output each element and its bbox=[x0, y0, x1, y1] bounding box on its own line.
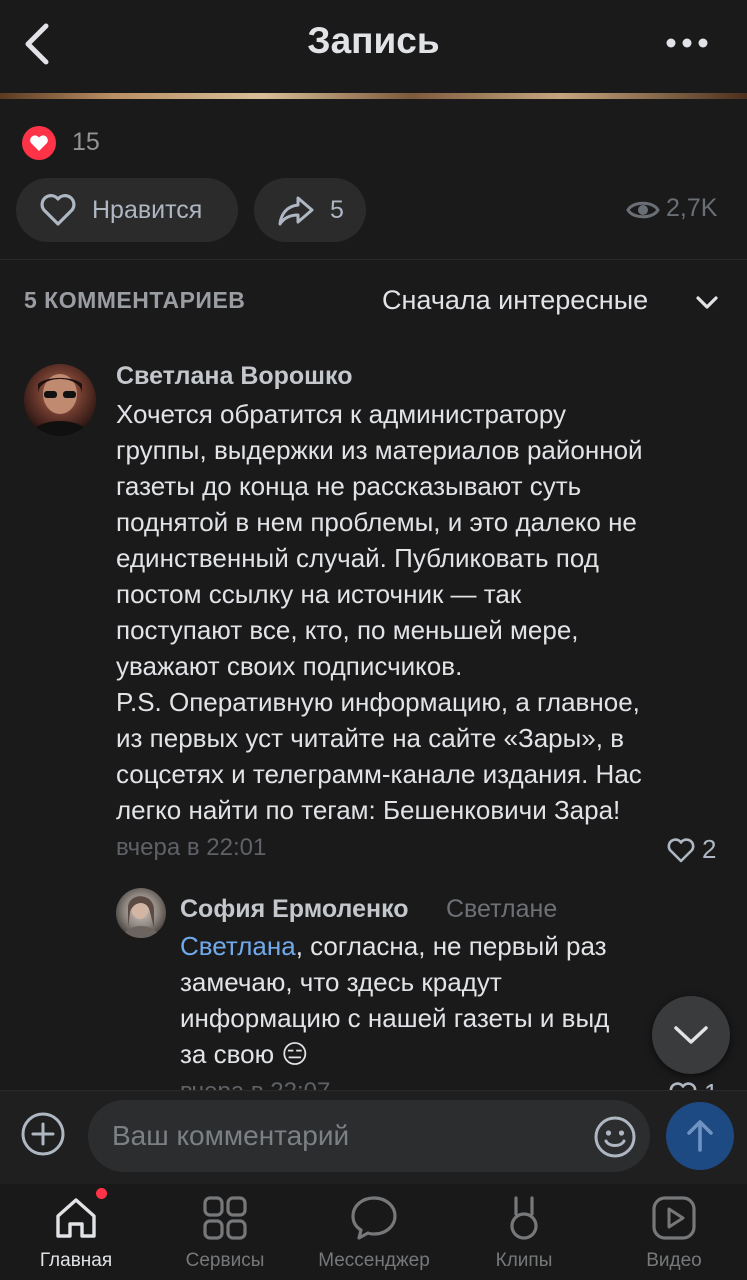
eye-icon bbox=[626, 201, 660, 219]
comment-like-count: 2 bbox=[702, 834, 717, 864]
like-label: Нравится bbox=[92, 196, 203, 224]
page-title: Запись bbox=[307, 20, 440, 61]
messenger-icon bbox=[351, 1196, 397, 1240]
home-icon bbox=[56, 1198, 96, 1238]
reaction-heart-icon[interactable] bbox=[22, 126, 56, 160]
post-image-edge[interactable] bbox=[0, 93, 747, 99]
reaction-count[interactable]: 15 bbox=[72, 128, 100, 157]
views-count: 2,7K bbox=[666, 194, 718, 222]
comment-timestamp: вчера в 22:01 bbox=[116, 834, 267, 861]
emoji-icon[interactable] bbox=[592, 1114, 638, 1160]
more-options-icon[interactable] bbox=[664, 30, 710, 56]
tab-video[interactable]: Видео bbox=[604, 1192, 744, 1272]
reply-to-label[interactable]: Светлане bbox=[446, 895, 557, 924]
tab-messenger[interactable]: Мессенджер bbox=[304, 1192, 444, 1272]
scroll-down-button[interactable] bbox=[652, 996, 730, 1074]
send-button[interactable] bbox=[666, 1102, 734, 1170]
tab-label: Главная bbox=[39, 1250, 113, 1271]
tab-label: Сервисы bbox=[185, 1250, 265, 1271]
chevron-down-icon[interactable] bbox=[694, 292, 720, 312]
sort-dropdown[interactable]: Сначала интересные bbox=[382, 285, 648, 316]
share-button[interactable]: 5 bbox=[254, 178, 366, 242]
chevron-down-icon bbox=[674, 1026, 708, 1044]
add-attachment-icon[interactable] bbox=[20, 1111, 66, 1157]
comment-text: Светлана, согласна, не первый раз замеча… bbox=[180, 928, 670, 1072]
tab-clips[interactable]: Клипы bbox=[454, 1192, 594, 1272]
mention-link[interactable]: Светлана bbox=[180, 931, 296, 961]
heart-outline-icon[interactable] bbox=[666, 836, 696, 864]
comments-count-header: 5 КОММЕНТАРИЕВ bbox=[24, 287, 246, 313]
clips-icon bbox=[510, 1196, 538, 1240]
heart-outline-icon bbox=[40, 194, 76, 226]
tab-services[interactable]: Сервисы bbox=[155, 1192, 295, 1272]
tab-home[interactable]: Главная bbox=[6, 1192, 146, 1272]
video-icon bbox=[652, 1196, 696, 1240]
comment-author[interactable]: Светлана Ворошко bbox=[116, 362, 352, 391]
share-arrow-icon bbox=[278, 196, 314, 226]
comment-author[interactable]: София Ермоленко bbox=[180, 895, 409, 924]
arrow-up-icon bbox=[687, 1120, 713, 1152]
divider bbox=[0, 259, 747, 260]
like-button[interactable]: Нравится bbox=[16, 178, 238, 242]
avatar[interactable] bbox=[24, 364, 96, 436]
share-count: 5 bbox=[330, 196, 344, 224]
tab-label: Клипы bbox=[495, 1250, 553, 1271]
comment-input-placeholder[interactable]: Ваш комментарий bbox=[112, 1120, 349, 1152]
services-icon bbox=[203, 1196, 247, 1240]
tab-label: Мессенджер bbox=[318, 1250, 430, 1271]
tab-label: Видео bbox=[646, 1250, 702, 1271]
comment-text: Хочется обратится к администратору групп… bbox=[116, 399, 643, 825]
avatar[interactable] bbox=[116, 888, 166, 938]
